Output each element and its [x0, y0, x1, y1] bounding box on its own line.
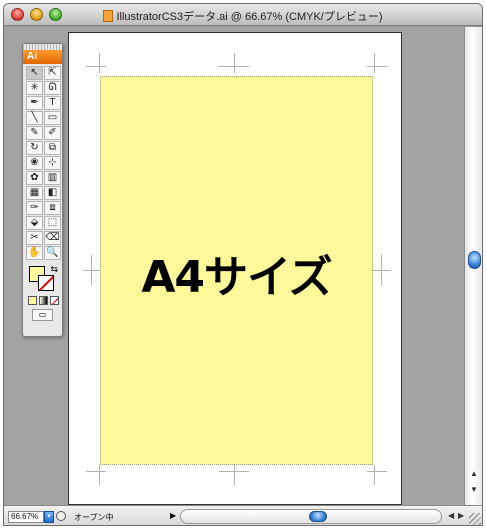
- eyedropper-tool-button[interactable]: ✑: [26, 201, 43, 215]
- pen-tool-button[interactable]: ✒: [26, 96, 43, 110]
- color-mode-buttons: [28, 296, 59, 305]
- paintbrush-tool-button[interactable]: ✎: [26, 126, 43, 140]
- fill-stroke-swatches: ⇆: [26, 264, 59, 292]
- stroke-color-swatch[interactable]: [38, 275, 54, 291]
- artboard[interactable]: A4サイズ: [68, 32, 402, 505]
- warp-tool-button[interactable]: ❀: [26, 156, 43, 170]
- scroll-left-button[interactable]: ◀: [448, 511, 454, 520]
- scale-tool-button[interactable]: ⧉: [44, 141, 61, 155]
- crop-mark: [91, 255, 92, 285]
- tools-panel: Ai ↖ ⇱ ✳ ᘏ ✒ T ╲ ▭ ✎ ✐ ↻ ⧉ ❀ ⊹ ✿ ▥ ▦ ◧ ✑ ⧈ ⬙ ⬚ ✂ ⌫ ✋ 🔍 ⇆ ▭: [22, 43, 63, 337]
- magic-wand-tool-button[interactable]: ✳: [26, 81, 43, 95]
- vertical-scroll-thumb[interactable]: [468, 251, 481, 269]
- window-title-text: IllustratorCS3データ.ai @ 66.67% (CMYK/プレビュ…: [116, 11, 383, 23]
- hand-tool-button[interactable]: ✋: [26, 246, 43, 260]
- document-window: IllustratorCS3データ.ai @ 66.67% (CMYK/プレビュ…: [3, 3, 483, 526]
- scroll-right-button[interactable]: ▶: [458, 511, 464, 520]
- canvas-area[interactable]: A4サイズ: [4, 27, 464, 505]
- crop-mark: [381, 255, 382, 285]
- crop-mark: [374, 465, 375, 485]
- blend-tool-button[interactable]: ⧈: [44, 201, 61, 215]
- crop-mark: [367, 471, 387, 472]
- version-cue-status-icon[interactable]: [56, 511, 66, 521]
- crop-mark: [99, 465, 100, 485]
- crop-mark: [374, 53, 375, 73]
- line-tool-button[interactable]: ╲: [26, 111, 43, 125]
- horizontal-scroll-thumb[interactable]: [309, 511, 327, 522]
- live-paint-bucket-tool-button[interactable]: ⬙: [26, 216, 43, 230]
- title-bar[interactable]: IllustratorCS3データ.ai @ 66.67% (CMYK/プレビュ…: [4, 4, 482, 26]
- status-text[interactable]: オープン中: [74, 512, 114, 523]
- mesh-tool-button[interactable]: ▦: [26, 186, 43, 200]
- resize-grip-icon[interactable]: [469, 513, 481, 525]
- tools-grid: ↖ ⇱ ✳ ᘏ ✒ T ╲ ▭ ✎ ✐ ↻ ⧉ ❀ ⊹ ✿ ▥ ▦ ◧ ✑ ⧈ ⬙ ⬚ ✂ ⌫ ✋ 🔍: [23, 66, 62, 260]
- free-transform-tool-button[interactable]: ⊹: [44, 156, 61, 170]
- horizontal-scrollbar[interactable]: [180, 509, 442, 524]
- zoom-dropdown-chevron-icon[interactable]: ▾: [44, 511, 54, 523]
- vertical-scrollbar[interactable]: ▲ ▼: [464, 27, 482, 505]
- rectangle-tool-button[interactable]: ▭: [44, 111, 61, 125]
- illustrator-logo: Ai: [23, 50, 62, 64]
- zoom-tool-button[interactable]: 🔍: [44, 246, 61, 260]
- none-mode-button[interactable]: [50, 296, 59, 305]
- crop-mark: [367, 66, 387, 67]
- symbol-sprayer-tool-button[interactable]: ✿: [26, 171, 43, 185]
- screen-mode-button[interactable]: ▭: [32, 309, 53, 321]
- gradient-tool-button[interactable]: ◧: [44, 186, 61, 200]
- zoom-level-field[interactable]: 66.67%: [8, 511, 44, 523]
- page-label-text[interactable]: A4サイズ: [101, 241, 372, 305]
- gradient-mode-button[interactable]: [39, 296, 48, 305]
- scroll-down-button[interactable]: ▼: [465, 483, 482, 497]
- crop-mark: [234, 465, 235, 485]
- crop-mark: [86, 66, 106, 67]
- crop-mark: [99, 53, 100, 73]
- crop-mark: [86, 471, 106, 472]
- swap-fill-stroke-icon[interactable]: ⇆: [50, 264, 58, 275]
- live-paint-selection-tool-button[interactable]: ⬚: [44, 216, 61, 230]
- type-tool-button[interactable]: T: [44, 96, 61, 110]
- document-file-icon: [103, 10, 114, 22]
- crop-mark: [234, 53, 235, 73]
- status-menu-arrow-icon[interactable]: ▶: [170, 511, 176, 520]
- color-mode-button[interactable]: [28, 296, 37, 305]
- lasso-tool-button[interactable]: ᘏ: [44, 81, 61, 95]
- crop-mark: [83, 270, 101, 271]
- slice-tool-button[interactable]: ✂: [26, 231, 43, 245]
- a4-page[interactable]: A4サイズ: [100, 76, 373, 465]
- column-graph-tool-button[interactable]: ▥: [44, 171, 61, 185]
- selection-tool-button[interactable]: ↖: [26, 66, 43, 80]
- status-bar: 66.67% ▾ オープン中 ▶ ◀ ▶: [4, 505, 482, 525]
- eraser-tool-button[interactable]: ⌫: [44, 231, 61, 245]
- rotate-tool-button[interactable]: ↻: [26, 141, 43, 155]
- crop-mark: [373, 270, 391, 271]
- direct-selection-tool-button[interactable]: ⇱: [44, 66, 61, 80]
- window-title: IllustratorCS3データ.ai @ 66.67% (CMYK/プレビュ…: [4, 8, 482, 24]
- pencil-tool-button[interactable]: ✐: [44, 126, 61, 140]
- scroll-up-button[interactable]: ▲: [465, 467, 482, 481]
